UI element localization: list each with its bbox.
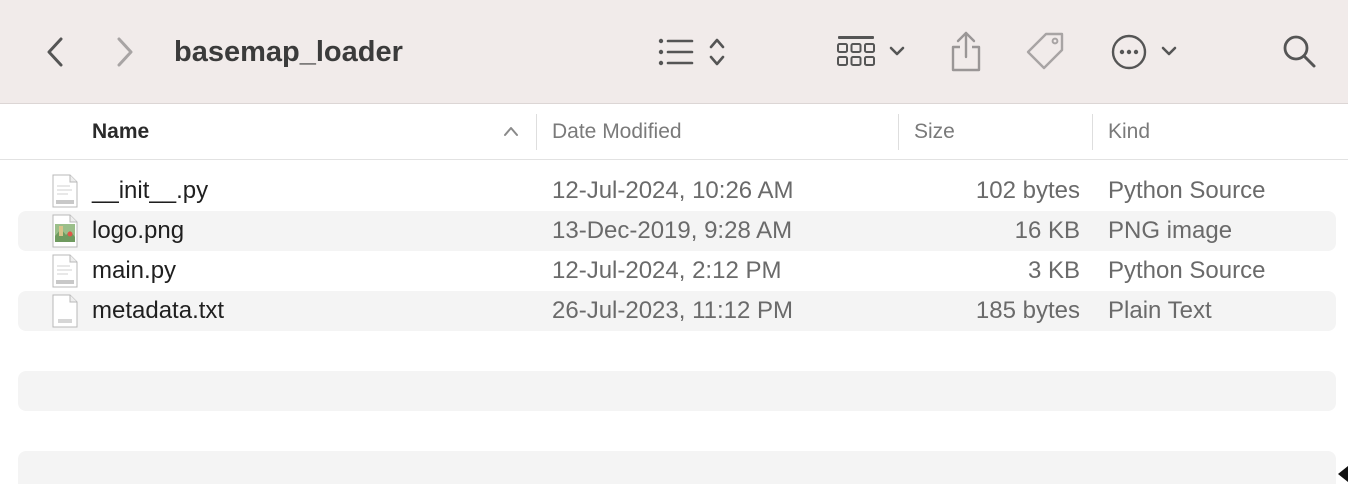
view-options-button[interactable] xyxy=(656,26,736,78)
file-name: logo.png xyxy=(92,217,185,244)
file-row[interactable]: __init__.py 12-Jul-2024, 10:26 AM 102 by… xyxy=(18,171,1336,211)
file-row[interactable]: metadata.txt 26-Jul-2023, 11:12 PM 185 b… xyxy=(18,291,1336,331)
share-icon xyxy=(951,31,981,72)
column-kind-header[interactable]: Kind xyxy=(1108,104,1150,159)
empty-row xyxy=(18,371,1336,411)
back-button[interactable] xyxy=(36,26,74,78)
file-row[interactable]: main.py 12-Jul-2024, 2:12 PM 3 KB Python… xyxy=(18,251,1336,291)
file-date-modified: 13-Dec-2019, 9:28 AM xyxy=(552,217,793,244)
more-actions-button[interactable] xyxy=(1110,26,1182,78)
column-size-header[interactable]: Size xyxy=(914,104,955,159)
text-file-icon xyxy=(52,294,78,328)
sort-ascending-icon[interactable] xyxy=(502,124,520,138)
file-size: 3 KB xyxy=(1027,257,1080,284)
file-name: metadata.txt xyxy=(92,297,225,324)
image-file-icon xyxy=(52,214,78,248)
column-date-header[interactable]: Date Modified xyxy=(552,104,682,159)
file-size: 185 bytes xyxy=(975,297,1080,324)
file-name: __init__.py xyxy=(92,177,209,204)
chevron-left-icon xyxy=(47,37,63,67)
file-name: main.py xyxy=(92,257,177,284)
window-title: basemap_loader xyxy=(174,36,403,68)
file-row[interactable]: logo.png 13-Dec-2019, 9:28 AM 16 KB PNG … xyxy=(18,211,1336,251)
search-icon xyxy=(1283,35,1316,68)
finder-window: basemap_loader Name Date Modified Size K… xyxy=(0,0,1348,484)
search-button[interactable] xyxy=(1280,26,1320,78)
column-header: Name Date Modified Size Kind xyxy=(0,104,1348,160)
list-view-icon xyxy=(658,38,725,66)
share-button[interactable] xyxy=(946,26,986,78)
resize-handle-icon[interactable] xyxy=(1334,462,1348,484)
file-size: 16 KB xyxy=(1014,217,1080,244)
group-button[interactable] xyxy=(834,26,910,78)
tag-icon xyxy=(1026,32,1064,70)
grid-group-icon xyxy=(837,36,905,66)
column-divider[interactable] xyxy=(536,114,537,150)
file-date-modified: 26-Jul-2023, 11:12 PM xyxy=(552,297,794,324)
toolbar: basemap_loader xyxy=(0,0,1348,104)
column-divider[interactable] xyxy=(1092,114,1093,150)
file-date-modified: 12-Jul-2024, 10:26 AM xyxy=(552,177,794,204)
file-kind: Python Source xyxy=(1108,257,1266,284)
file-date-modified: 12-Jul-2024, 2:12 PM xyxy=(552,257,782,284)
column-divider[interactable] xyxy=(898,114,899,150)
chevron-right-icon xyxy=(117,37,133,67)
python-file-icon xyxy=(52,174,78,208)
python-file-icon xyxy=(52,254,78,288)
file-size: 102 bytes xyxy=(975,177,1080,204)
file-kind: PNG image xyxy=(1108,217,1233,244)
forward-button[interactable] xyxy=(106,26,144,78)
empty-row xyxy=(18,451,1336,484)
file-kind: Python Source xyxy=(1108,177,1266,204)
file-kind: Plain Text xyxy=(1108,297,1212,324)
column-name-header[interactable]: Name xyxy=(92,104,149,159)
tag-button[interactable] xyxy=(1024,26,1068,78)
ellipsis-circle-icon xyxy=(1111,34,1177,70)
